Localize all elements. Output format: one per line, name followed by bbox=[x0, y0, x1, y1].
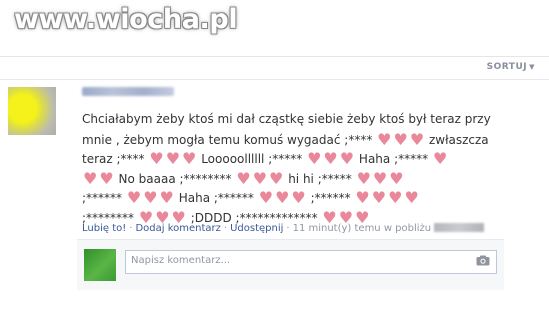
sort-button[interactable]: SORTUJ ▼ bbox=[487, 62, 535, 72]
location-blurred[interactable] bbox=[434, 223, 485, 232]
commenter-avatar bbox=[84, 249, 116, 281]
heart-icon: ♥ bbox=[236, 168, 251, 188]
post-card: SORTUJ ▼ Chciałabym żeby ktoś mi dał cząs… bbox=[0, 56, 549, 318]
camera-icon[interactable] bbox=[476, 255, 490, 266]
heart-icon: ♥ bbox=[409, 129, 425, 149]
heart-icon: ♥ bbox=[388, 188, 403, 207]
post-text-segment: Chciałabym żeby ktoś mi dał cząstkę sieb… bbox=[82, 112, 491, 126]
heart-icon: ♥ bbox=[258, 188, 274, 207]
heart-icon: ♥ bbox=[355, 188, 370, 207]
separator-dot: · bbox=[129, 223, 133, 234]
add-comment-link[interactable]: Dodaj komentarz bbox=[135, 223, 220, 234]
heart-icon: ♥ bbox=[149, 149, 164, 168]
post-text-segment: mnie , żebym mogła temu komuś wygadać ;*… bbox=[82, 132, 377, 147]
like-link[interactable]: Lubię to! bbox=[82, 223, 126, 234]
post-text-line: teraz ;**** ♥ ♥ ♥ Looooollllll ;***** ♥ ♥ ♥ … bbox=[82, 149, 532, 169]
comment-placeholder: Napisz komentarz... bbox=[131, 255, 231, 266]
heart-icon: ♥ bbox=[377, 129, 392, 149]
separator-dot: · bbox=[223, 223, 228, 234]
heart-icon: ♥ bbox=[307, 149, 322, 168]
heart-icon: ♥ bbox=[291, 188, 306, 207]
heart-icon: ♥ bbox=[83, 168, 98, 188]
post-text-segment: hi hi ;***** bbox=[284, 171, 356, 186]
comment-input[interactable]: Napisz komentarz... bbox=[125, 250, 497, 274]
heart-icon: ♥ bbox=[339, 149, 355, 168]
post-text-segment: Looooollllll ;***** bbox=[197, 152, 307, 166]
post-text-segment: zwłaszcza bbox=[425, 132, 489, 147]
heart-icon: ♥ bbox=[432, 149, 448, 168]
post-text-line: mnie , żebym mogła temu komuś wygadać ;*… bbox=[82, 130, 532, 150]
heart-icon: ♥ bbox=[371, 188, 387, 207]
heart-icon: ♥ bbox=[275, 188, 290, 207]
post-text-segment: ;****** bbox=[82, 191, 126, 205]
heart-icon: ♥ bbox=[356, 168, 371, 188]
heart-icon: ♥ bbox=[143, 188, 158, 207]
heart-icon: ♥ bbox=[404, 188, 419, 207]
post-text: Chciałabym żeby ktoś mi dał cząstkę sieb… bbox=[82, 110, 532, 227]
heart-icon: ♥ bbox=[323, 149, 338, 168]
watermark: www.wiocha.pl bbox=[14, 4, 238, 35]
author-name-blurred[interactable] bbox=[82, 87, 174, 96]
post-text-line: ;****** ♥ ♥ ♥ Haha ;****** ♥ ♥ ♥ ;****** ♥ ♥ ♥… bbox=[82, 188, 532, 208]
heart-icon: ♥ bbox=[269, 168, 284, 188]
heart-icon: ♥ bbox=[252, 168, 268, 188]
heart-icon: ♥ bbox=[126, 188, 142, 207]
heart-icon: ♥ bbox=[372, 168, 388, 188]
post-text-line: ♥ ♥ No baaaa ;******** ♥ ♥ ♥ hi hi ;***** ♥… bbox=[82, 169, 532, 189]
heart-icon: ♥ bbox=[99, 168, 114, 188]
heart-icon: ♥ bbox=[393, 129, 408, 149]
avatar[interactable] bbox=[8, 87, 56, 135]
share-link[interactable]: Udostępnij bbox=[230, 223, 283, 234]
post-text-segment: ;****** bbox=[306, 191, 355, 205]
post-text-line: Chciałabym żeby ktoś mi dał cząstkę sieb… bbox=[82, 110, 532, 130]
post-text-segment: No baaaa ;******** bbox=[114, 171, 236, 186]
sort-label: SORTUJ bbox=[486, 62, 528, 72]
chevron-down-icon: ▼ bbox=[529, 63, 535, 71]
post-text-segment: teraz ;**** bbox=[82, 152, 149, 166]
heart-icon: ♥ bbox=[389, 168, 404, 188]
separator-dot: · bbox=[286, 223, 290, 234]
heart-icon: ♥ bbox=[159, 188, 174, 207]
timestamp[interactable]: 11 minut(y) temu w pobliżu bbox=[293, 223, 432, 234]
post-actions: Lubię to! · Dodaj komentarz · Udostępnij · 11 … bbox=[82, 223, 542, 234]
heart-icon: ♥ bbox=[182, 149, 197, 168]
divider bbox=[0, 79, 549, 80]
comment-area: Napisz komentarz... bbox=[77, 239, 504, 290]
post-text-segment: Haha ;****** bbox=[174, 191, 258, 205]
post-text-segment: Haha ;***** bbox=[355, 152, 432, 166]
heart-icon: ♥ bbox=[165, 149, 181, 168]
